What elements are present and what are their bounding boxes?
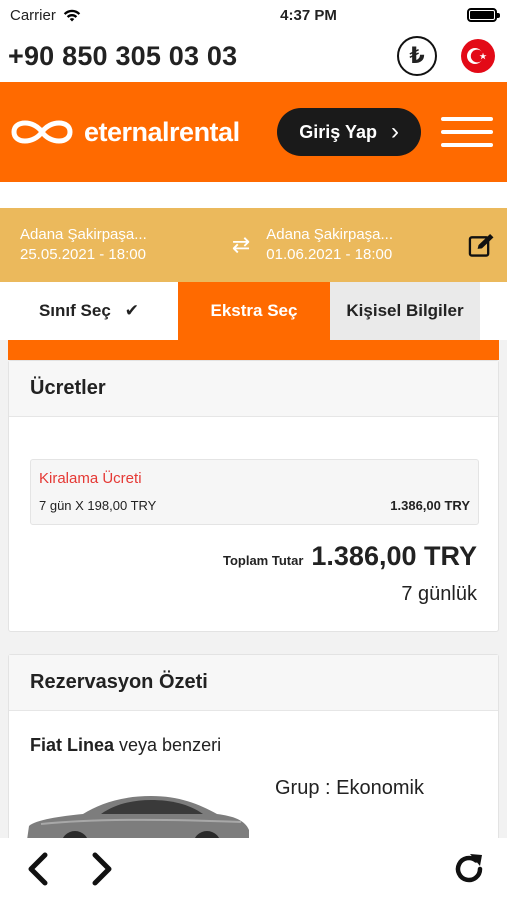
tab-class-select[interactable]: Sınıf Seç ✔ <box>0 282 178 340</box>
hamburger-icon[interactable] <box>441 117 493 147</box>
contact-row: +90 850 305 03 03 ₺ <box>0 30 507 82</box>
site-header: eternalrental Giriş Yap › <box>0 82 507 182</box>
login-button[interactable]: Giriş Yap › <box>277 108 421 156</box>
brand-name: eternalrental <box>84 116 240 147</box>
rental-duration: 7 günlük <box>401 583 477 605</box>
wifi-icon <box>63 9 81 21</box>
carrier-label: Carrier <box>10 6 56 24</box>
reservation-summary-card: Rezervasyon Özeti Fiat Linea veya benzer… <box>8 654 499 845</box>
tab-personal-info[interactable]: Kişisel Bilgiler <box>330 282 480 340</box>
pickup-location: Adana Şakirpaşa... <box>20 226 147 243</box>
total-value: 1.386,00 TRY <box>311 541 477 571</box>
currency-symbol: ₺ <box>409 43 425 68</box>
tab-extras-select[interactable]: Ekstra Seç <box>178 282 330 340</box>
car-name: Fiat Linea veya benzeri <box>30 735 221 756</box>
active-step-strip <box>8 340 499 360</box>
rental-fee-title: Kiralama Ücreti <box>39 470 142 487</box>
car-model: Fiat Linea <box>30 735 115 755</box>
booking-dates-bar: Adana Şakirpaşa... 25.05.2021 - 18:00 ⇄ … <box>0 208 507 282</box>
browser-nav-bar <box>0 838 507 900</box>
tab-label: Ekstra Seç <box>210 301 298 320</box>
dropoff-location: Adana Şakirpaşa... <box>266 226 394 243</box>
phone-number[interactable]: +90 850 305 03 03 <box>8 41 397 72</box>
rental-fee-calc: 7 gün X 198,00 TRY <box>39 498 157 513</box>
check-icon: ✔ <box>124 301 140 320</box>
login-label: Giriş Yap <box>299 121 377 142</box>
total-label: Toplam Tutar <box>222 553 304 568</box>
brand-logo[interactable]: eternalrental <box>8 114 277 150</box>
hamburger-line <box>441 130 493 134</box>
car-image <box>27 796 249 845</box>
tab-label: Kişisel Bilgiler <box>346 301 464 320</box>
fees-card: Ücretler Kiralama Ücreti 7 gün X 198,00 … <box>8 360 499 632</box>
edit-icon[interactable] <box>468 232 495 258</box>
lira-icon[interactable]: ₺ <box>397 36 437 76</box>
pickup-datetime: 25.05.2021 - 18:00 <box>20 246 146 263</box>
chevron-right-icon: › <box>391 118 399 145</box>
tab-label: Sınıf Seç <box>38 301 111 320</box>
flag-emblem <box>467 48 487 64</box>
battery-icon <box>467 8 500 22</box>
step-tabs: Sınıf Seç ✔ Ekstra Seç Kişisel Bilgiler <box>0 282 507 340</box>
reload-icon[interactable] <box>449 849 489 889</box>
car-suffix: veya benzeri <box>114 735 222 755</box>
infinity-logo-icon <box>11 120 73 144</box>
pickup-info[interactable]: Adana Şakirpaşa... 25.05.2021 - 18:00 <box>20 225 222 265</box>
dropoff-info[interactable]: Adana Şakirpaşa... 01.06.2021 - 18:00 <box>266 225 468 265</box>
back-arrow-icon[interactable] <box>18 849 58 889</box>
summary-title: Rezervasyon Özeti <box>9 655 498 711</box>
forward-arrow-icon[interactable] <box>82 849 122 889</box>
header-spacer <box>0 182 507 208</box>
turkey-flag-icon[interactable] <box>461 39 495 73</box>
dropoff-datetime: 01.06.2021 - 18:00 <box>266 246 393 263</box>
total-row: Toplam Tutar 1.386,00 TRY <box>223 541 477 572</box>
car-group: Grup : Ekonomik <box>275 777 424 799</box>
hamburger-line <box>441 143 493 147</box>
swap-arrows-icon: ⇄ <box>231 232 251 257</box>
rental-fee-box: Kiralama Ücreti 7 gün X 198,00 TRY 1.386… <box>30 459 479 525</box>
fees-title: Ücretler <box>9 361 498 417</box>
hamburger-line <box>441 117 493 121</box>
status-bar: Carrier 4:37 PM <box>0 0 507 30</box>
status-time: 4:37 PM <box>280 6 337 24</box>
rental-fee-amount: 1.386,00 TRY <box>390 498 470 513</box>
